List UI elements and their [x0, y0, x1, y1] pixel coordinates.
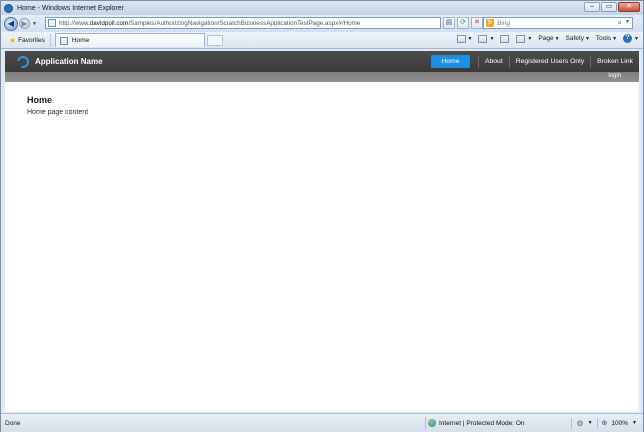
status-bar: Done Internet | Protected Mode: On ⚙ ▼ ⊕…: [1, 413, 643, 432]
address-bar[interactable]: http://www.davidpoll.com/Samples/Authori…: [45, 17, 441, 29]
close-button[interactable]: ✕: [618, 2, 640, 12]
page-body-text: Home page content: [27, 109, 89, 116]
addons-dropdown[interactable]: ▼: [588, 420, 593, 426]
search-icon[interactable]: ⌕: [618, 18, 622, 28]
status-text: Done: [5, 419, 21, 427]
search-box[interactable]: b Bing ⌕ ▼: [483, 17, 633, 29]
app-name: Application Name: [35, 57, 103, 66]
app-header: Application Name Home About Registered U…: [5, 51, 639, 72]
security-zone[interactable]: Internet | Protected Mode: On: [425, 417, 525, 429]
tab-page-icon: [59, 36, 68, 45]
zoom-level[interactable]: 100%: [611, 420, 628, 427]
minimize-button[interactable]: ‒: [584, 2, 600, 12]
favorites-button[interactable]: ★ Favorites: [4, 33, 51, 47]
search-options-dropdown[interactable]: ▼: [625, 19, 630, 25]
back-button[interactable]: ◀: [4, 16, 18, 31]
zoom-icon[interactable]: ⊕: [602, 419, 608, 427]
nav-broken-link[interactable]: Broken Link: [591, 51, 639, 72]
help-icon: ?: [623, 34, 633, 43]
nav-home[interactable]: Home: [430, 55, 470, 68]
nav-about[interactable]: About: [479, 51, 509, 72]
home-command[interactable]: ▼: [456, 34, 472, 43]
stop-icon[interactable]: ✕: [471, 17, 483, 29]
page-icon: [48, 19, 56, 27]
help-menu[interactable]: ? ▼: [623, 34, 639, 43]
tab-home[interactable]: Home: [54, 33, 205, 47]
command-bar: ▼ ▼ ▼ Page ▼ Safety ▼ Tools ▼ ? ▼: [456, 34, 639, 43]
window-title: Home - Windows Internet Explorer: [17, 4, 124, 12]
globe-icon: [428, 419, 436, 427]
refresh-icon[interactable]: ⟳: [457, 17, 469, 29]
tab-label: Home: [71, 37, 90, 44]
feeds-icon: [478, 34, 488, 43]
ie-logo-icon: [4, 3, 13, 13]
favorites-label: Favorites: [18, 36, 45, 44]
mail-icon: [500, 34, 510, 43]
mail-command[interactable]: [500, 34, 510, 43]
login-link[interactable]: login: [608, 73, 621, 79]
address-url[interactable]: http://www.davidpoll.com/Samples/Authori…: [59, 20, 360, 27]
navigation-bar: ◀ ▶ ▼ http://www.davidpoll.com/Samples/A…: [1, 15, 643, 32]
window-controls: ‒ ▭ ✕: [584, 2, 640, 12]
zone-label: Internet | Protected Mode: On: [439, 419, 525, 427]
gear-icon[interactable]: ⚙: [576, 419, 583, 428]
app-menu: Home About Registered Users Only Broken …: [430, 51, 639, 72]
page-title: Home: [27, 95, 53, 105]
safety-menu[interactable]: Safety ▼: [566, 35, 590, 42]
title-bar: Home - Windows Internet Explorer ‒ ▭ ✕: [1, 1, 643, 15]
search-placeholder: Bing: [497, 19, 511, 27]
recent-pages-dropdown[interactable]: ▼: [32, 21, 37, 27]
compatibility-view-icon[interactable]: ▤: [443, 17, 455, 29]
home-icon: [456, 34, 466, 43]
login-bar: login: [5, 72, 639, 82]
maximize-button[interactable]: ▭: [601, 2, 617, 12]
app-logo-icon: [14, 53, 32, 70]
new-tab-button[interactable]: [206, 34, 223, 46]
print-command[interactable]: ▼: [516, 34, 532, 43]
star-icon: ★: [9, 35, 17, 45]
zoom-dropdown[interactable]: ▼: [632, 420, 637, 426]
page-content-area: Home Home page content: [5, 82, 639, 412]
browser-window: Home - Windows Internet Explorer ‒ ▭ ✕ ◀…: [0, 0, 644, 432]
forward-button[interactable]: ▶: [19, 18, 30, 29]
address-tools: ▤ ⟳ ✕: [443, 17, 483, 29]
bing-icon: b: [486, 19, 494, 27]
nav-registered-users-only[interactable]: Registered Users Only: [510, 51, 590, 72]
status-tools: ⚙ ▼ ⊕ 100% ▼: [571, 417, 637, 429]
print-icon: [516, 34, 526, 43]
favorites-bar: ★ Favorites Home ▼ ▼ ▼ Page ▼ Safety ▼ Too…: [1, 32, 643, 49]
page-menu[interactable]: Page ▼: [538, 35, 559, 42]
feeds-command[interactable]: ▼: [478, 34, 494, 43]
tools-menu[interactable]: Tools ▼: [596, 35, 617, 42]
